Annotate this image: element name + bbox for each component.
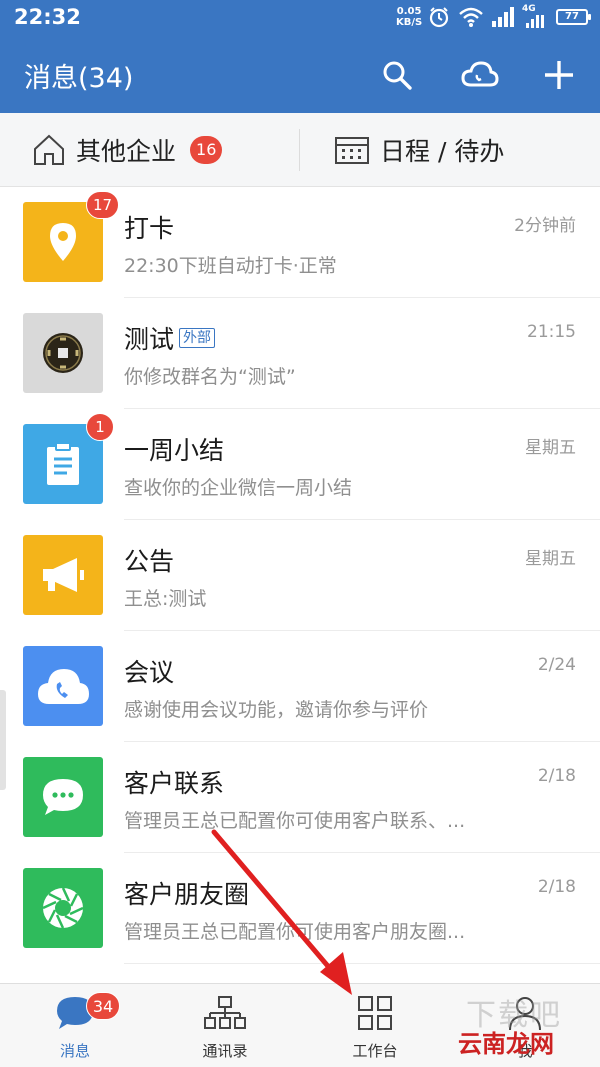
item-title: 打卡 <box>124 209 174 245</box>
item-time: 2/18 <box>537 766 576 786</box>
item-title: 客户朋友圈 <box>124 875 249 911</box>
megaphone-icon <box>43 558 84 592</box>
coin-photo-icon <box>43 333 83 373</box>
other-org-label: 其他企业 <box>76 137 177 166</box>
avatar <box>23 757 103 837</box>
list-item[interactable]: 公告 王总:测试 星期五 <box>0 520 600 631</box>
unread-badge: 17 <box>86 191 120 219</box>
cloud-icon <box>461 61 499 87</box>
item-title: 会议 <box>124 653 174 689</box>
item-subtitle: 管理员王总已配置你可使用客户联系、... <box>124 810 466 832</box>
signal-icon <box>492 7 514 27</box>
item-title-text: 一周小结 <box>124 436 225 465</box>
avatar <box>23 646 103 726</box>
item-time: 2分钟前 <box>514 216 576 236</box>
item-time: 星期五 <box>525 549 576 569</box>
cloud-phone-icon <box>38 669 89 704</box>
item-subtitle: 感谢使用会议功能，邀请你参与评价 <box>124 699 429 721</box>
tab-label: 通讯录 <box>202 1042 248 1060</box>
other-org-entry[interactable]: 其他企业 16 <box>32 113 223 187</box>
unread-badge: 1 <box>86 413 114 441</box>
add-button[interactable] <box>538 54 580 96</box>
quick-bar: 其他企业 16 日程 / 待办 <box>0 113 600 187</box>
calendar-icon <box>335 137 369 164</box>
status-time: 22:32 <box>14 5 81 29</box>
item-time: 2/24 <box>537 655 576 675</box>
battery-level: 77 <box>565 11 579 22</box>
net-speed-unit: KB/S <box>396 17 423 28</box>
list-item[interactable]: 会议 感谢使用会议功能，邀请你参与评价 2/24 <box>0 631 600 742</box>
quick-bar-divider <box>299 129 300 171</box>
list-item[interactable]: 客户朋友圈 管理员王总已配置你可使用客户朋友圈... 2/18 <box>0 853 600 964</box>
tab-label: 工作台 <box>352 1042 398 1060</box>
item-time: 21:15 <box>527 322 576 342</box>
avatar <box>23 868 103 948</box>
location-pin-icon <box>50 223 76 261</box>
avatar <box>23 313 103 393</box>
item-title-text: 公告 <box>124 547 175 576</box>
item-subtitle: 你修改群名为“测试” <box>124 366 296 388</box>
wifi-icon <box>459 7 483 27</box>
external-tag: 外部 <box>179 328 216 348</box>
item-title: 客户联系 <box>124 764 224 800</box>
item-title: 测试 外部 <box>124 320 216 356</box>
item-title-text: 打卡 <box>124 214 175 243</box>
search-icon <box>383 61 412 90</box>
clipboard-icon <box>47 442 79 485</box>
item-title-text: 测试 <box>124 325 175 354</box>
tab-label: 消息 <box>59 1042 90 1060</box>
watermark-brand: 云南龙网 <box>458 1030 554 1058</box>
chat-bubble-icon <box>43 779 83 815</box>
item-subtitle: 查收你的企业微信一周小结 <box>124 477 353 499</box>
aperture-icon <box>42 887 84 929</box>
org-chart-icon <box>204 996 246 1029</box>
item-title-text: 会议 <box>124 658 175 687</box>
item-title-text: 客户联系 <box>124 769 225 798</box>
alarm-icon <box>429 7 449 28</box>
avatar <box>23 535 103 615</box>
home-icon <box>34 134 64 165</box>
battery-indicator: 77 <box>556 9 591 25</box>
search-button[interactable] <box>376 54 418 96</box>
item-title: 一周小结 <box>124 431 224 467</box>
net-speed: 0.05 KB/S <box>396 6 422 28</box>
list-item[interactable]: 客户联系 管理员王总已配置你可使用客户联系、... 2/18 <box>0 742 600 853</box>
list-item[interactable]: 1 一周小结 查收你的企业微信一周小结 星期五 <box>0 409 600 520</box>
signal-4g-icon <box>526 15 544 28</box>
tab-workbench[interactable]: 工作台 <box>300 984 450 1067</box>
tab-badge: 34 <box>86 992 120 1020</box>
item-title-text: 客户朋友圈 <box>124 880 250 909</box>
other-org-badge: 16 <box>190 136 223 164</box>
cloud-button[interactable] <box>459 54 501 96</box>
grid-icon <box>358 996 392 1030</box>
schedule-entry[interactable]: 日程 / 待办 <box>334 113 504 187</box>
net-speed-value: 0.05 <box>396 6 422 17</box>
item-subtitle: 22:30下班自动打卡·正常 <box>124 255 337 277</box>
list-item[interactable]: 测试 外部 你修改群名为“测试” 21:15 <box>0 298 600 409</box>
schedule-label: 日程 / 待办 <box>380 137 505 166</box>
divider <box>124 963 600 964</box>
tab-messages[interactable]: 34 消息 <box>0 984 150 1067</box>
item-subtitle: 王总:测试 <box>124 588 207 610</box>
item-subtitle: 管理员王总已配置你可使用客户朋友圈... <box>124 921 466 943</box>
item-time: 2/18 <box>537 877 576 897</box>
page-title: 消息(34) <box>24 63 134 94</box>
list-item[interactable]: 17 打卡 22:30下班自动打卡·正常 2分钟前 <box>0 187 600 298</box>
plus-icon <box>545 61 573 89</box>
app-bar: 消息(34) <box>0 36 600 113</box>
item-time: 星期五 <box>525 438 576 458</box>
tab-contacts[interactable]: 通讯录 <box>150 984 300 1067</box>
item-title: 公告 <box>124 542 174 578</box>
status-bar: 22:32 0.05 KB/S 4G 77 <box>0 0 600 36</box>
